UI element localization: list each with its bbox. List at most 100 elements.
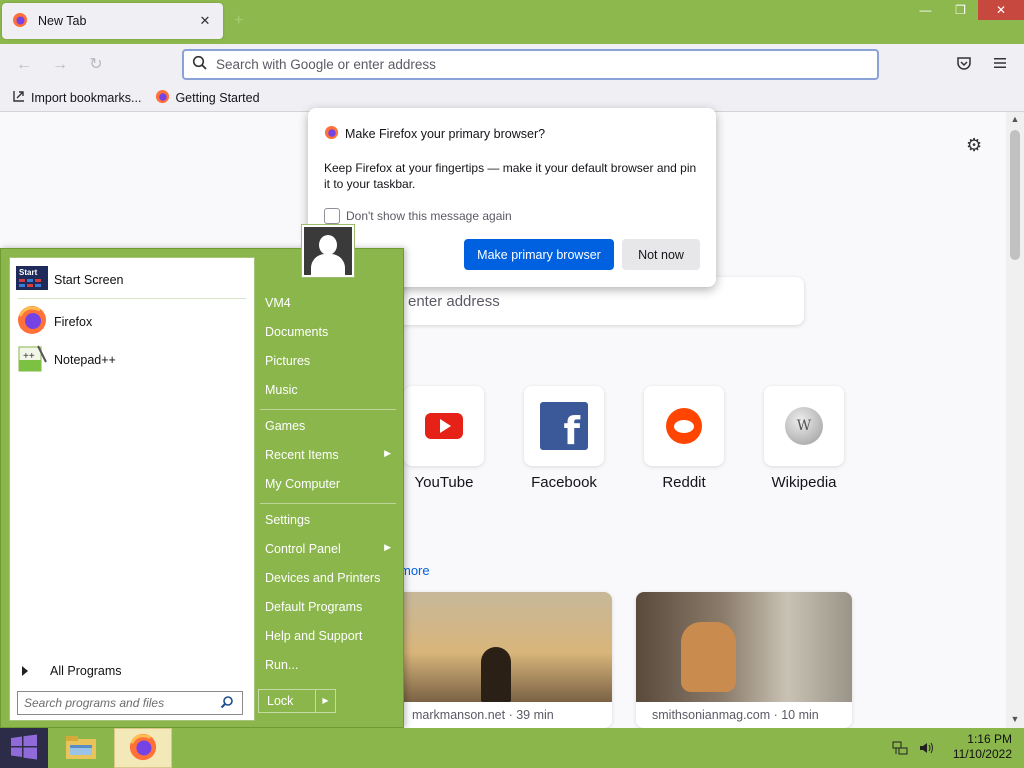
start-place-label: Help and Support <box>265 629 363 643</box>
import-icon <box>12 89 26 106</box>
bookmark-getting-started[interactable]: Getting Started <box>155 89 260 107</box>
user-avatar-icon <box>304 227 352 275</box>
user-account-picture[interactable] <box>301 224 355 278</box>
close-tab-icon[interactable]: ✕ <box>197 13 213 29</box>
site-label: Facebook <box>531 474 597 491</box>
scroll-thumb[interactable] <box>1010 130 1020 260</box>
url-input[interactable] <box>216 57 816 72</box>
start-place-label: VM4 <box>265 296 291 310</box>
back-button[interactable]: ← <box>14 55 34 75</box>
site-tile: f <box>524 386 604 466</box>
not-now-button[interactable]: Not now <box>622 239 700 270</box>
site-label: Reddit <box>662 474 706 491</box>
minimize-button[interactable]: — <box>908 0 943 20</box>
firefox-icon <box>128 732 158 765</box>
story-image <box>396 592 612 702</box>
search-icon[interactable] <box>220 695 234 712</box>
browser-titlebar: New Tab ✕ + — ❐ ✕ <box>0 0 1024 44</box>
start-place-documents[interactable]: Documents <box>265 325 395 339</box>
top-site-facebook[interactable]: f Facebook <box>524 386 604 491</box>
bookmark-import[interactable]: Import bookmarks... <box>12 89 141 106</box>
divider <box>260 409 396 410</box>
pinned-start-screen[interactable]: Start Start Screen <box>16 266 123 293</box>
start-place-my-computer[interactable]: My Computer <box>265 477 395 491</box>
top-site-wikipedia[interactable]: W Wikipedia <box>764 386 844 491</box>
submenu-arrow-icon: ▶ <box>384 448 391 458</box>
dialog-body: Keep Firefox at your fingertips — make i… <box>324 161 697 191</box>
make-primary-browser-button[interactable]: Make primary browser <box>464 239 614 270</box>
start-place-control-panel[interactable]: Control Panel ▶ <box>265 542 395 556</box>
start-place-recent-items[interactable]: Recent Items ▶ <box>265 448 395 462</box>
start-place-label: Default Programs <box>265 600 363 614</box>
start-button[interactable] <box>0 728 48 768</box>
story-card[interactable]: markmanson.net · 39 min <box>396 592 612 728</box>
dialog-title: Make Firefox your primary browser? <box>324 125 545 143</box>
firefox-icon <box>155 89 170 107</box>
start-place-music[interactable]: Music <box>265 383 395 397</box>
lock-label: Lock <box>267 694 294 708</box>
pocket-icon[interactable] <box>954 55 974 75</box>
facebook-icon: f <box>540 402 588 450</box>
all-programs-label: All Programs <box>50 664 122 678</box>
start-search-input[interactable] <box>24 696 220 710</box>
new-tab-button[interactable]: + <box>234 12 243 30</box>
maximize-button[interactable]: ❐ <box>943 0 978 20</box>
tab-new-tab[interactable]: New Tab ✕ <box>2 3 223 39</box>
site-tile <box>644 386 724 466</box>
bookmark-label: Getting Started <box>175 90 260 105</box>
all-programs-button[interactable]: All Programs <box>22 664 122 678</box>
close-window-button[interactable]: ✕ <box>978 0 1024 20</box>
top-site-reddit[interactable]: Reddit <box>644 386 724 491</box>
network-icon[interactable] <box>892 740 908 759</box>
start-place-games[interactable]: Games <box>265 419 395 433</box>
lock-options-arrow-icon[interactable]: ▶ <box>315 690 335 712</box>
divider <box>18 298 246 299</box>
start-place-label: Recent Items <box>265 448 339 462</box>
lock-button[interactable]: Lock ▶ <box>258 689 336 713</box>
submenu-arrow-icon: ▶ <box>384 542 391 552</box>
start-place-devices-and-printers[interactable]: Devices and Printers <box>265 571 395 585</box>
folder-icon <box>65 733 97 764</box>
page-scrollbar[interactable]: ▲ ▼ <box>1006 112 1024 728</box>
taskbar-firefox[interactable] <box>114 728 172 768</box>
top-site-youtube[interactable]: YouTube <box>404 386 484 491</box>
start-place-default-programs[interactable]: Default Programs <box>265 600 395 614</box>
story-card[interactable]: smithsonianmag.com · 10 min <box>636 592 852 728</box>
dialog-title-text: Make Firefox your primary browser? <box>345 127 546 141</box>
reddit-icon <box>666 408 702 444</box>
start-place-help-and-support[interactable]: Help and Support <box>265 629 395 643</box>
start-place-label: Pictures <box>265 354 311 368</box>
dont-show-again[interactable]: Don't show this message again <box>324 208 512 224</box>
hamburger-menu-icon[interactable] <box>990 55 1010 75</box>
gear-icon[interactable]: ⚙ <box>966 135 982 156</box>
story-source: markmanson.net · 39 min <box>412 708 554 722</box>
pinned-label: Notepad++ <box>54 352 116 367</box>
reload-button[interactable]: ↻ <box>86 55 106 75</box>
forward-button[interactable]: → <box>50 55 70 75</box>
youtube-icon <box>425 413 463 439</box>
start-place-pictures[interactable]: Pictures <box>265 354 395 368</box>
pinned-label: Start Screen <box>54 272 124 287</box>
system-clock[interactable]: 1:16 PM 11/10/2022 <box>953 732 1012 762</box>
pinned-label: Firefox <box>54 314 93 329</box>
learn-more-link[interactable]: more <box>400 563 430 578</box>
start-search-box[interactable] <box>17 691 243 715</box>
dont-show-checkbox[interactable] <box>324 208 340 224</box>
pinned-notepadpp[interactable]: ++ Notepad++ <box>16 342 116 377</box>
pinned-firefox[interactable]: Firefox <box>16 304 92 339</box>
site-tile: W <box>764 386 844 466</box>
scroll-down-icon[interactable]: ▼ <box>1006 714 1024 724</box>
start-place-label: My Computer <box>265 477 341 491</box>
window-controls: — ❐ ✕ <box>908 0 1024 20</box>
scroll-up-icon[interactable]: ▲ <box>1006 114 1024 124</box>
story-source: smithsonianmag.com · 10 min <box>652 708 819 722</box>
divider <box>260 503 396 504</box>
start-place-settings[interactable]: Settings <box>265 513 395 527</box>
start-place-run[interactable]: Run... <box>265 658 395 672</box>
taskbar-file-explorer[interactable] <box>52 728 110 768</box>
address-bar[interactable] <box>182 49 879 80</box>
volume-icon[interactable] <box>918 740 934 759</box>
start-place-vm4[interactable]: VM4 <box>265 296 395 310</box>
start-place-label: Games <box>265 419 306 433</box>
taskbar: 1:16 PM 11/10/2022 <box>0 728 1024 768</box>
